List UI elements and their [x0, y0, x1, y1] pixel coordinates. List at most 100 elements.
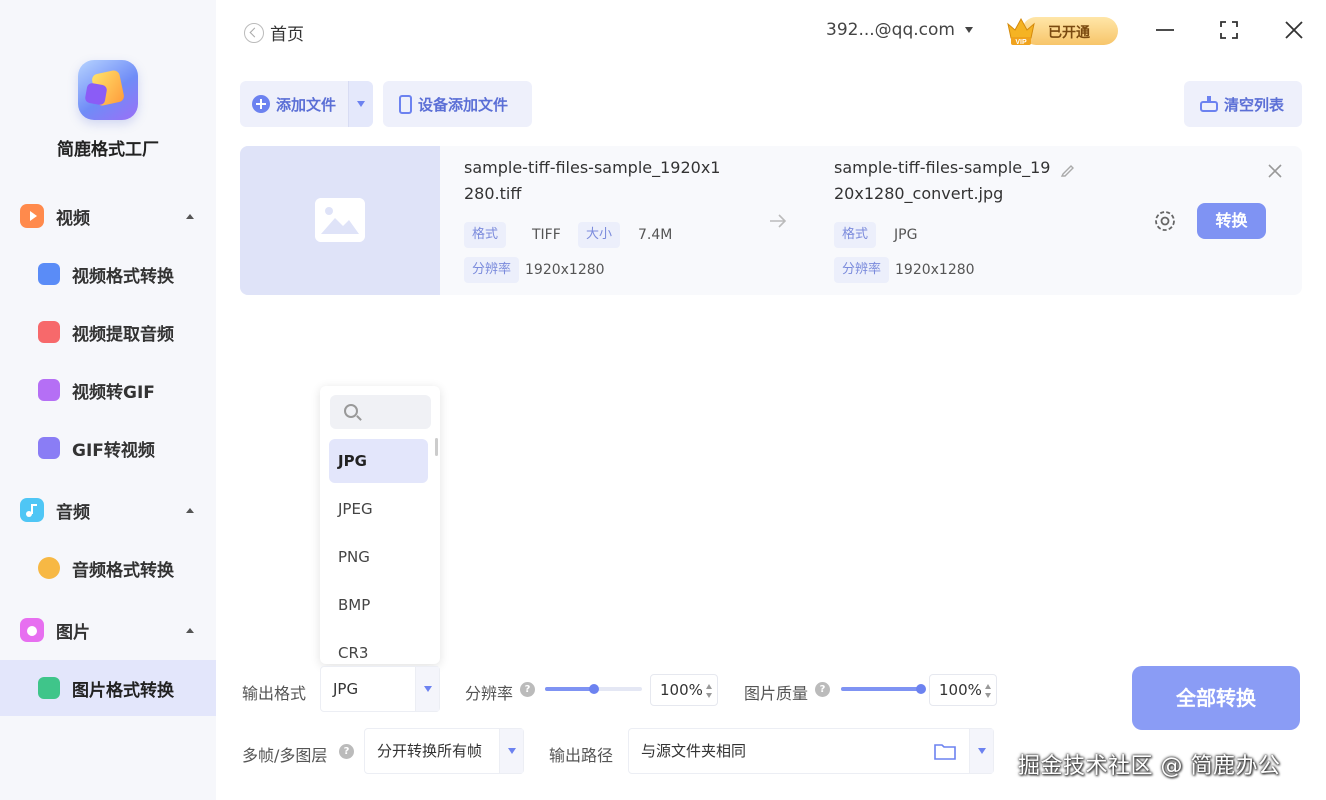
convert-button[interactable]: 转换: [1197, 203, 1266, 239]
multiframe-dropdown-button[interactable]: [499, 729, 523, 773]
sidebar-group-label: 视频: [56, 208, 90, 229]
resolution-label: 分辨率: [465, 684, 514, 703]
account-menu[interactable]: 392...@qq.com: [826, 20, 973, 40]
quality-slider[interactable]: [841, 684, 926, 694]
source-file-name-line1: sample-tiff-files-sample_1920x1: [464, 158, 721, 177]
device-add-file-button[interactable]: 设备添加文件: [383, 81, 532, 127]
minimize-icon[interactable]: [1153, 18, 1177, 42]
headphones-icon: [38, 557, 60, 579]
output-format-select[interactable]: JPG: [320, 666, 440, 712]
sidebar-item-gif-to-video[interactable]: GIF转视频: [0, 420, 216, 476]
sidebar-item-label: 视频提取音频: [72, 324, 174, 345]
account-email: 392...@qq.com: [826, 20, 955, 40]
maximize-icon[interactable]: [1217, 18, 1241, 42]
output-format-label: 输出格式: [242, 684, 307, 703]
output-file-name-line1: sample-tiff-files-sample_19: [834, 158, 1051, 177]
sidebar-item-audio-convert[interactable]: 音频格式转换: [0, 540, 216, 596]
source-size-value: 7.4M: [638, 227, 673, 243]
sidebar-item-label: 视频转GIF: [72, 382, 155, 403]
app-name: 简鹿格式工厂: [57, 140, 159, 160]
output-path-dropdown-button[interactable]: [969, 729, 993, 773]
format-option[interactable]: PNG: [329, 535, 428, 579]
edit-pencil-icon[interactable]: [1060, 162, 1076, 178]
resolution-stepper[interactable]: 100%: [650, 674, 718, 706]
sidebar-group-audio[interactable]: 音频: [0, 490, 216, 530]
vip-label: 已开通: [1048, 25, 1090, 41]
device-add-label: 设备添加文件: [418, 95, 509, 114]
resolution-slider-knob[interactable]: [588, 684, 599, 694]
dropdown-scrollbar[interactable]: [435, 438, 438, 456]
quality-label: 图片质量: [744, 684, 809, 703]
close-icon[interactable]: [1282, 18, 1306, 42]
video-icon: [20, 204, 44, 228]
stepper-up-icon[interactable]: [985, 684, 991, 689]
format-search-input[interactable]: [330, 395, 431, 429]
sidebar-item-label: GIF转视频: [72, 440, 155, 461]
format-option[interactable]: BMP: [329, 583, 428, 627]
phone-icon: [399, 94, 412, 114]
gif-video-icon: [38, 437, 60, 459]
clear-list-button[interactable]: 清空列表: [1184, 81, 1302, 127]
source-size-tag: 大小: [578, 222, 621, 248]
sidebar-item-video-to-gif[interactable]: 视频转GIF: [0, 362, 216, 418]
add-file-label: 添加文件: [276, 95, 337, 114]
caret-down-icon: [964, 27, 973, 33]
back-home-button[interactable]: 首页: [244, 20, 304, 45]
stepper-down-icon[interactable]: [985, 693, 991, 698]
search-icon: [344, 404, 358, 418]
gif-icon: [38, 379, 60, 401]
back-label: 首页: [270, 25, 304, 45]
quality-slider-knob[interactable]: [916, 684, 926, 694]
video-convert-icon: [38, 263, 60, 285]
multiframe-value: 分开转换所有帧: [377, 742, 483, 760]
sidebar-group-image[interactable]: 图片: [0, 610, 216, 650]
format-dropdown: JPG JPEG PNG BMP CR3: [320, 386, 440, 664]
quality-stepper[interactable]: 100%: [929, 674, 997, 706]
sidebar-item-video-convert[interactable]: 视频格式转换: [0, 246, 216, 302]
image-placeholder-icon: [315, 198, 365, 242]
sidebar-group-video[interactable]: 视频: [0, 196, 216, 236]
source-res-value: 1920x1280: [525, 262, 605, 278]
back-arrow-icon: [244, 22, 264, 43]
folder-icon[interactable]: [934, 741, 956, 761]
add-file-dropdown-button[interactable]: [348, 81, 373, 127]
watermark: 掘金技术社区 @ 简鹿办公: [1018, 754, 1281, 779]
vip-badge[interactable]: 已开通 VIP: [1004, 14, 1118, 48]
output-format-dropdown-button[interactable]: [415, 667, 439, 711]
sidebar-item-label: 音频格式转换: [72, 560, 174, 581]
stepper-up-icon[interactable]: [706, 684, 712, 689]
remove-file-icon[interactable]: [1266, 162, 1284, 180]
sidebar-group-label: 图片: [56, 622, 90, 643]
output-path-select[interactable]: 与源文件夹相同: [628, 728, 994, 774]
output-res-tag: 分辨率: [834, 257, 890, 283]
app-logo-icon: [78, 60, 138, 120]
multiframe-select[interactable]: 分开转换所有帧: [364, 728, 524, 774]
sidebar-item-image-convert[interactable]: 图片格式转换: [0, 660, 216, 716]
audio-icon: [20, 498, 44, 522]
help-icon[interactable]: ?: [815, 682, 830, 697]
sidebar: 简鹿格式工厂 视频 视频格式转换 视频提取音频 视频转GIF GIF转视频 音频…: [0, 0, 216, 800]
output-file-name-line2: 20x1280_convert.jpg: [834, 184, 1004, 203]
help-icon[interactable]: ?: [339, 744, 354, 759]
format-option[interactable]: JPG: [329, 439, 428, 483]
image-icon: [20, 618, 44, 642]
chevron-up-icon: [186, 627, 194, 633]
resolution-slider-fill: [545, 687, 594, 691]
arrow-right-icon: [770, 214, 787, 228]
stepper-down-icon[interactable]: [706, 693, 712, 698]
chevron-up-icon: [186, 507, 194, 513]
source-file-name-line2: 280.tiff: [464, 184, 522, 203]
sidebar-item-label: 视频格式转换: [72, 266, 174, 287]
sidebar-item-extract-audio[interactable]: 视频提取音频: [0, 304, 216, 360]
gear-icon[interactable]: [1152, 208, 1178, 234]
help-icon[interactable]: ?: [520, 682, 535, 697]
add-file-button[interactable]: 添加文件: [240, 81, 348, 127]
chevron-up-icon: [186, 213, 194, 219]
format-option[interactable]: JPEG: [329, 487, 428, 531]
resolution-slider[interactable]: [545, 684, 642, 694]
format-option[interactable]: CR3: [329, 631, 428, 664]
source-format-tag: 格式: [464, 222, 507, 248]
output-res-value: 1920x1280: [895, 262, 975, 278]
convert-all-button[interactable]: 全部转换: [1132, 666, 1300, 730]
output-format-tag: 格式: [834, 222, 877, 248]
